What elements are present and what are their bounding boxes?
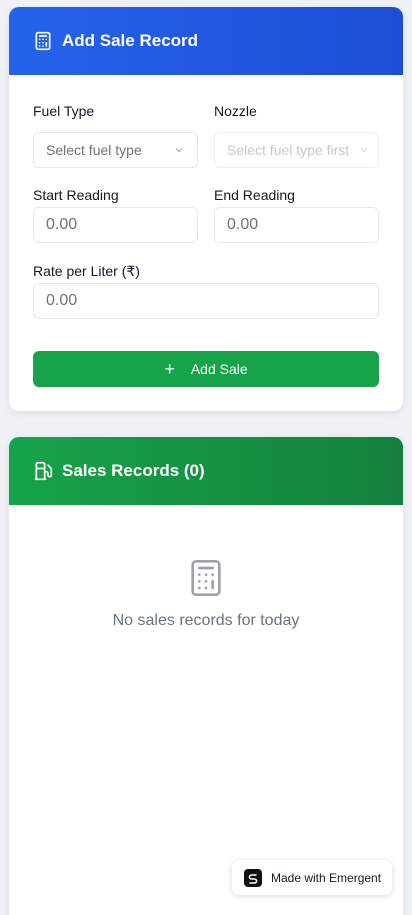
- add-sale-card: Add Sale Record Fuel Type Select fuel ty…: [9, 7, 403, 411]
- empty-state: No sales records for today: [9, 555, 403, 630]
- end-reading-label: End Reading: [214, 187, 295, 203]
- nozzle-placeholder: Select fuel type first: [227, 142, 350, 158]
- add-sale-header: Add Sale Record: [9, 7, 403, 75]
- rate-label: Rate per Liter (₹): [33, 263, 140, 279]
- calculator-icon: [186, 555, 226, 601]
- start-reading-input[interactable]: 0.00: [33, 207, 198, 243]
- start-reading-placeholder: 0.00: [46, 216, 78, 233]
- chevron-down-icon: [360, 148, 368, 153]
- fuel-type-label: Fuel Type: [33, 103, 95, 119]
- sales-records-card: Sales Records (0) No sales records for t…: [9, 437, 403, 915]
- nozzle-select[interactable]: Select fuel type first: [214, 132, 379, 168]
- end-reading-input[interactable]: 0.00: [214, 207, 379, 243]
- made-with-emergent-badge[interactable]: Made with Emergent: [232, 860, 392, 895]
- end-reading-placeholder: 0.00: [227, 216, 259, 233]
- calculator-icon: [33, 31, 53, 51]
- start-reading-label: Start Reading: [33, 187, 119, 203]
- empty-state-text: No sales records for today: [112, 612, 300, 629]
- plus-icon: +: [164, 359, 175, 379]
- badge-label: Made with Emergent: [271, 870, 382, 885]
- rate-input[interactable]: 0.00: [33, 283, 379, 319]
- rate-placeholder: 0.00: [46, 292, 78, 309]
- add-sale-button-label: Add Sale: [190, 361, 248, 377]
- add-sale-button[interactable]: + Add Sale: [33, 351, 379, 387]
- add-sale-title: Add Sale Record: [62, 31, 199, 50]
- fuel-type-placeholder: Select fuel type: [46, 142, 142, 158]
- sales-records-header: Sales Records (0): [9, 437, 403, 505]
- fuel-pump-icon: [33, 461, 53, 481]
- fuel-type-select[interactable]: Select fuel type: [33, 132, 198, 168]
- nozzle-label: Nozzle: [214, 103, 257, 119]
- emergent-logo-icon: [244, 868, 262, 887]
- chevron-down-icon: [175, 148, 183, 153]
- sales-records-title: Sales Records (0): [62, 461, 205, 480]
